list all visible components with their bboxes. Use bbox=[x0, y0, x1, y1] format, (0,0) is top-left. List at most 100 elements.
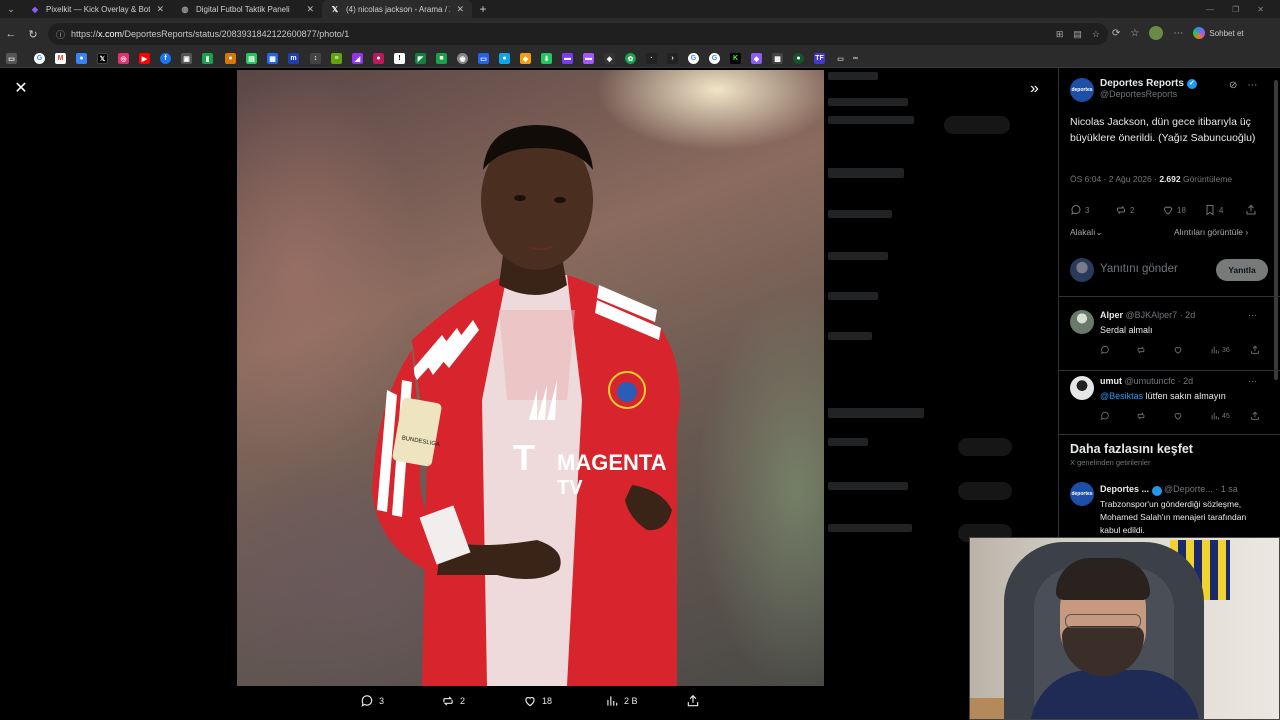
heart-icon[interactable] bbox=[1173, 411, 1183, 421]
bookmark-icon[interactable]: ▣ bbox=[181, 53, 192, 64]
tab-list-chevron-icon[interactable]: ⌄ bbox=[0, 4, 22, 15]
tab-futbol[interactable]: ◍ Digital Futbol Taktik Paneli ✕ bbox=[172, 0, 322, 18]
more-options-icon[interactable]: ⋯ bbox=[1248, 376, 1257, 387]
bookmark-icon[interactable]: · bbox=[646, 53, 657, 64]
like-button[interactable]: 18 bbox=[523, 694, 552, 708]
bookmark-icon[interactable]: ● bbox=[793, 53, 804, 64]
bookmark-icon[interactable]: ≡ bbox=[331, 53, 342, 64]
bookmark-icon[interactable]: ◉ bbox=[457, 53, 468, 64]
tweet-photo[interactable]: BUNDESLIGA T MAGENTA TV bbox=[237, 70, 824, 686]
google-icon[interactable]: G bbox=[34, 53, 45, 64]
grok-icon[interactable]: ⊘ bbox=[1229, 80, 1237, 91]
bookmark-icon[interactable]: ✿ bbox=[625, 53, 636, 64]
scrollbar[interactable] bbox=[1274, 80, 1278, 380]
back-icon[interactable]: ← bbox=[0, 28, 22, 40]
youtube-icon[interactable]: ▶ bbox=[139, 53, 150, 64]
bookmark-icon[interactable]: › bbox=[667, 53, 678, 64]
tweet-author[interactable]: deportes Deportes Reports ✓ @DeportesRepo… bbox=[1070, 78, 1197, 102]
google-icon[interactable]: G bbox=[688, 53, 699, 64]
profile-avatar[interactable] bbox=[1149, 26, 1164, 40]
gmail-icon[interactable]: M bbox=[55, 53, 66, 64]
bookmark-icon[interactable]: ● bbox=[225, 53, 236, 64]
share-icon[interactable] bbox=[1250, 345, 1260, 355]
bookmark-icon[interactable]: ⬇ bbox=[541, 53, 552, 64]
double-chevron-icon[interactable]: » bbox=[1030, 80, 1039, 98]
tab-x-search[interactable]: 𝕏 (4) nicolas jackson - Arama / X ✕ bbox=[322, 0, 472, 18]
repost-icon[interactable] bbox=[1136, 345, 1146, 355]
tab-close-icon[interactable]: ✕ bbox=[456, 4, 464, 15]
url-field[interactable]: ⓘ https://x.com/DeportesReports/status/2… bbox=[48, 23, 1108, 45]
apps-icon[interactable]: ⊞ bbox=[1056, 29, 1064, 40]
reply-author-name[interactable]: umut bbox=[1100, 376, 1122, 386]
explore-author-name[interactable]: Deportes ... bbox=[1100, 484, 1149, 494]
list-item[interactable]: Alper @BJKAlper7 · 2d ⋯ Serdal almalı 36 bbox=[1070, 310, 1270, 364]
author-name[interactable]: Deportes Reports bbox=[1100, 78, 1184, 89]
bookmark-icon[interactable]: ▭ bbox=[478, 53, 489, 64]
minimize-icon[interactable]: — bbox=[1206, 5, 1214, 14]
bookmark-button[interactable]: 4 bbox=[1204, 204, 1223, 216]
heart-icon[interactable] bbox=[1173, 345, 1183, 355]
folder-icon[interactable]: ▭ bbox=[835, 53, 846, 64]
like-button[interactable]: 18 bbox=[1162, 204, 1186, 216]
reply-icon[interactable] bbox=[1100, 411, 1110, 421]
reply-button[interactable]: 3 bbox=[360, 694, 384, 708]
bookmark-icon[interactable]: ● bbox=[499, 53, 510, 64]
more-options-icon[interactable]: ⋯ bbox=[1248, 310, 1257, 321]
sort-dropdown[interactable]: Alakalı⌄ bbox=[1070, 227, 1103, 237]
bookmark-icon[interactable]: m bbox=[288, 53, 299, 64]
reply-icon[interactable] bbox=[1100, 345, 1110, 355]
star-icon[interactable]: ☆ bbox=[1092, 29, 1100, 40]
repost-icon[interactable] bbox=[1136, 411, 1146, 421]
repost-button[interactable]: 2 bbox=[1115, 204, 1134, 216]
reload-icon[interactable]: ↻ bbox=[22, 28, 44, 41]
share-button[interactable] bbox=[686, 694, 700, 708]
reader-icon[interactable]: ▤ bbox=[1073, 29, 1082, 40]
list-item[interactable]: umut @umutuncfc · 2d ⋯ @Besiktas lütfen … bbox=[1070, 376, 1270, 430]
tab-close-icon[interactable]: ✕ bbox=[306, 4, 314, 15]
bookmark-icon[interactable]: ▬ bbox=[583, 53, 594, 64]
copilot-button[interactable]: Sohbet et bbox=[1193, 27, 1244, 39]
tab-close-icon[interactable]: ✕ bbox=[156, 4, 164, 15]
site-info-icon[interactable]: ⓘ bbox=[56, 28, 65, 41]
kick-icon[interactable]: K bbox=[730, 53, 741, 64]
bookmark-icon[interactable]: ● bbox=[373, 53, 384, 64]
reply-author-name[interactable]: Alper bbox=[1100, 310, 1123, 320]
reply-input[interactable]: Yanıtını gönder bbox=[1100, 263, 1178, 275]
new-tab-button[interactable]: + bbox=[472, 2, 494, 16]
window-close-icon[interactable]: ✕ bbox=[1257, 5, 1264, 14]
x-icon[interactable]: 𝕏 bbox=[97, 53, 108, 64]
view-quotes-link[interactable]: Alıntıları görüntüle › bbox=[1174, 227, 1248, 237]
tweet-timestamp[interactable]: ÖS 6:04 · 2 Ağu 2026 · bbox=[1070, 174, 1159, 184]
bookmark-icon[interactable]: ! bbox=[394, 53, 405, 64]
bookmark-icon[interactable]: ▩ bbox=[772, 53, 783, 64]
views-button[interactable]: 45 bbox=[1210, 411, 1230, 421]
avatar[interactable] bbox=[1070, 310, 1094, 334]
bookmark-icon[interactable]: TF bbox=[814, 53, 825, 64]
bookmark-icon[interactable]: ◆ bbox=[520, 53, 531, 64]
instagram-icon[interactable]: ◎ bbox=[118, 53, 129, 64]
more-menu-icon[interactable]: ⋯ bbox=[1173, 28, 1183, 39]
refresh-extension-icon[interactable]: ⟳ bbox=[1112, 28, 1120, 39]
tab-pixelkit[interactable]: ◆ Pixelkit — Kick Overlay & Bot ✕ bbox=[22, 0, 172, 18]
bookmark-icon[interactable]: ▤ bbox=[246, 53, 257, 64]
bookmark-icon[interactable]: ↕ bbox=[310, 53, 321, 64]
bookmark-icon[interactable]: ◆ bbox=[751, 53, 762, 64]
avatar[interactable]: deportes bbox=[1070, 482, 1094, 506]
avatar[interactable] bbox=[1070, 376, 1094, 400]
reply-submit-button[interactable]: Yanıtla bbox=[1216, 259, 1268, 281]
favorites-icon[interactable]: ☆ bbox=[1130, 28, 1139, 39]
views-button[interactable]: 2 B bbox=[605, 694, 638, 708]
share-button[interactable] bbox=[1245, 204, 1257, 216]
reply-button[interactable]: 3 bbox=[1070, 204, 1089, 216]
facebook-icon[interactable]: f bbox=[160, 53, 171, 64]
avatar[interactable]: deportes bbox=[1070, 78, 1094, 102]
close-icon[interactable]: ✕ bbox=[12, 80, 30, 98]
bookmark-icon[interactable]: ▦ bbox=[267, 53, 278, 64]
more-options-icon[interactable]: ⋯ bbox=[1247, 80, 1257, 91]
bookmark-icon[interactable]: ▬ bbox=[562, 53, 573, 64]
repost-button[interactable]: 2 bbox=[441, 694, 465, 708]
bookmark-icon[interactable]: ● bbox=[76, 53, 87, 64]
bookmark-icon[interactable]: ▮ bbox=[202, 53, 213, 64]
bookmark-icon[interactable]: ◢ bbox=[352, 53, 363, 64]
mention-link[interactable]: @Besiktas bbox=[1100, 391, 1143, 401]
